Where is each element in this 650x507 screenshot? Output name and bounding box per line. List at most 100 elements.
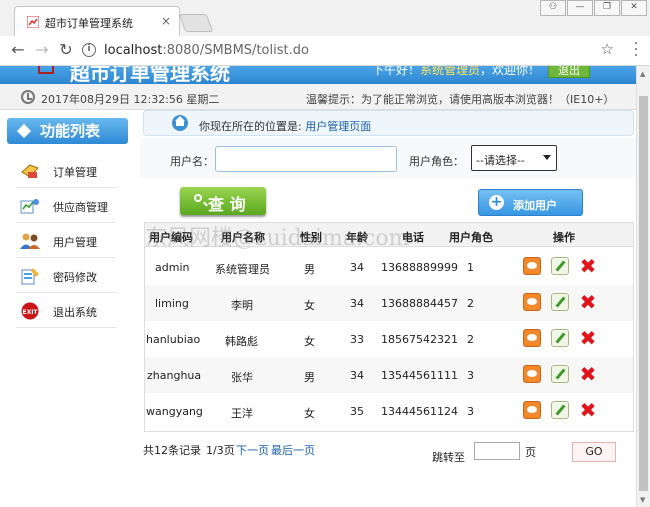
close-window-button[interactable]: ✕ — [621, 0, 647, 16]
browser-tab[interactable]: 超市订单管理系统 × — [14, 6, 180, 36]
role-select-value: --请选择-- — [476, 154, 525, 167]
sidebar-item-exit[interactable]: EXIT 退出系统 — [16, 294, 116, 328]
vertical-scrollbar[interactable]: ▲ ▼ — [636, 66, 650, 507]
table-row: liming 李明 女 34 13688884457 2 ✖ — [145, 285, 633, 321]
sidebar-item-label: 供应商管理 — [53, 201, 108, 214]
address-bar[interactable]: i localhost:8080/SMBMS/tolist.do ☆ — [80, 40, 620, 62]
edit-icon[interactable] — [551, 365, 569, 383]
chevron-down-icon — [543, 155, 551, 160]
cell-role: 2 — [467, 333, 474, 346]
username-input[interactable] — [215, 146, 397, 172]
scroll-up-icon[interactable]: ▲ — [640, 70, 645, 78]
edit-icon[interactable] — [551, 329, 569, 347]
cell-gender: 女 — [304, 407, 315, 420]
sidebar-item-suppliers[interactable]: 供应商管理 — [16, 189, 116, 223]
user-table: 用户编码 用户名称 性别 年龄 电话 用户角色 操作 admin 系统管理员 男… — [144, 222, 634, 432]
browser-tip: 温馨提示：为了能正常浏览，请使用高版本浏览器！（IE10+） — [306, 93, 615, 106]
cell-age: 34 — [350, 261, 364, 274]
cell-age: 33 — [350, 333, 364, 346]
delete-icon[interactable]: ✖ — [579, 400, 597, 420]
datetime-display: 2017年08月29日 12:32:56 星期二 — [41, 93, 220, 106]
scrollbar-thumb[interactable] — [639, 96, 648, 491]
tab-close-icon[interactable]: × — [161, 14, 171, 28]
bookmark-star-icon[interactable]: ☆ — [601, 40, 614, 58]
delete-icon[interactable]: ✖ — [579, 328, 597, 348]
view-icon[interactable] — [523, 401, 541, 419]
url-text[interactable]: localhost:8080/SMBMS/tolist.do — [104, 43, 309, 58]
breadcrumb-text: 你现在所在的位置是: 用户管理页面 — [199, 118, 371, 134]
site-info-icon[interactable]: i — [82, 43, 96, 57]
username-label: 用户名： — [170, 155, 214, 168]
users-icon — [20, 233, 40, 249]
add-user-button[interactable]: + 添加用户 — [478, 189, 583, 216]
home-icon — [172, 115, 188, 131]
forward-arrow-icon[interactable]: → — [32, 41, 52, 61]
cell-gender: 女 — [304, 299, 315, 312]
breadcrumb-current[interactable]: 用户管理页面 — [305, 120, 371, 133]
role-select[interactable]: --请选择-- — [471, 145, 557, 171]
cell-phone: 13688889999 — [381, 261, 458, 274]
maximize-button[interactable]: ❐ — [594, 0, 620, 16]
browser-menu-icon[interactable]: · · · — [628, 37, 644, 63]
cell-role: 1 — [467, 261, 474, 274]
main-content: 你现在所在的位置是: 用户管理页面 用户名： 用户角色： --请选择-- 查 询… — [140, 110, 636, 507]
sidebar-item-label: 用户管理 — [53, 236, 97, 249]
view-icon[interactable] — [523, 293, 541, 311]
query-button[interactable]: 查 询 — [180, 187, 266, 215]
next-page-link[interactable]: 下一页 — [236, 442, 269, 458]
edit-icon[interactable] — [551, 293, 569, 311]
search-bar: 用户名： 用户角色： --请选择-- — [140, 138, 636, 178]
cell-role: 3 — [467, 405, 474, 418]
role-label: 用户角色： — [409, 155, 464, 168]
minimize-button[interactable]: — — [567, 0, 593, 16]
jump-label: 跳转至 — [432, 451, 465, 464]
breadcrumb-prefix: 你现在所在的位置是: — [199, 120, 302, 133]
url-host: localhost — [104, 43, 163, 58]
new-tab-button[interactable] — [178, 14, 214, 32]
edit-icon[interactable] — [551, 401, 569, 419]
browser-toolbar: ← → ↻ i localhost:8080/SMBMS/tolist.do ☆ — [0, 36, 650, 66]
sidebar-item-label: 密码修改 — [53, 271, 97, 284]
profile-icon[interactable]: ⚇ — [540, 0, 566, 16]
edit-icon[interactable] — [551, 257, 569, 275]
query-button-label: 查 询 — [208, 195, 246, 214]
last-page-link[interactable]: 最后一页 — [271, 442, 315, 458]
sidebar-item-label: 订单管理 — [53, 166, 97, 179]
delete-icon[interactable]: ✖ — [579, 256, 597, 276]
view-icon[interactable] — [523, 257, 541, 275]
go-button[interactable]: GO — [572, 442, 616, 462]
current-user: 系统管理员 — [420, 66, 481, 77]
cell-phone: 18567542321 — [381, 333, 458, 346]
cell-usercode: admin — [155, 261, 190, 274]
cell-gender: 女 — [304, 335, 315, 348]
cell-phone: 13688884457 — [381, 297, 458, 310]
tab-title: 超市订单管理系统 — [45, 17, 133, 30]
table-row: wangyang 王洋 女 35 13444561124 3 ✖ — [145, 393, 633, 429]
cell-username: 王洋 — [231, 407, 253, 420]
view-icon[interactable] — [523, 329, 541, 347]
cell-username: 韩路彪 — [225, 335, 258, 348]
url-path: :8080/SMBMS/tolist.do — [162, 43, 309, 58]
scroll-down-icon[interactable]: ▼ — [640, 496, 645, 504]
sidebar-item-orders[interactable]: 订单管理 — [16, 154, 116, 188]
delete-icon[interactable]: ✖ — [579, 292, 597, 312]
cell-username: 系统管理员 — [215, 263, 270, 276]
sidebar-item-password[interactable]: 密码修改 — [16, 259, 116, 293]
page-unit-label: 页 — [525, 446, 536, 459]
reload-icon[interactable]: ↻ — [56, 41, 76, 61]
view-icon[interactable] — [523, 365, 541, 383]
cell-username: 张华 — [231, 371, 253, 384]
delete-icon[interactable]: ✖ — [579, 364, 597, 384]
clock-icon — [21, 90, 35, 104]
col-header: 操作 — [553, 231, 575, 244]
table-row: admin 系统管理员 男 34 13688889999 1 ✖ — [145, 249, 633, 285]
logout-button[interactable]: 退出 — [548, 66, 590, 78]
add-user-label: 添加用户 — [513, 199, 557, 212]
cell-phone: 13444561124 — [381, 405, 458, 418]
cell-usercode: hanlubiao — [146, 333, 201, 346]
site-header: 超市订单管理系统 下午好！系统管理员，欢迎你！ 退出 — [0, 66, 636, 84]
back-arrow-icon[interactable]: ← — [8, 41, 28, 61]
sidebar-item-users[interactable]: 用户管理 — [16, 224, 116, 258]
jump-page-input[interactable] — [474, 442, 520, 460]
welcome-text: 下午好！系统管理员，欢迎你！ — [372, 66, 540, 78]
